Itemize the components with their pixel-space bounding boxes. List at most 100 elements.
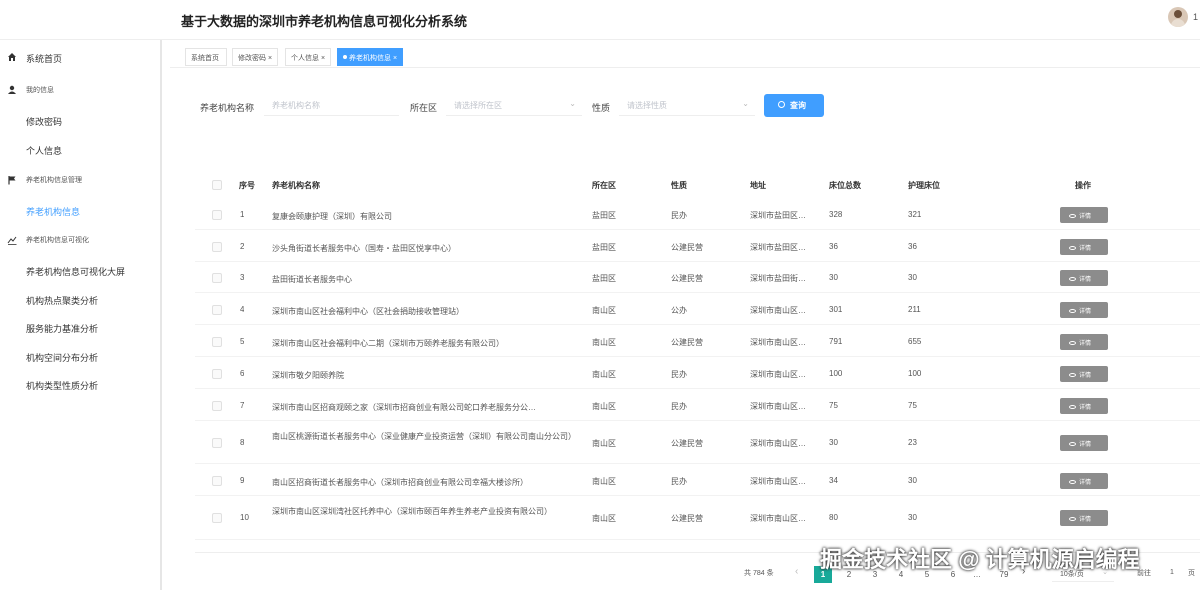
detail-button-label: 详情 [1079,480,1092,486]
sidebar-group-label: 我的信息 [26,87,54,94]
cell-care-beds: 211 [908,305,921,314]
goto-page-value: 1 [1170,569,1174,576]
cell-address: 深圳市南山区… [750,402,806,411]
eye-icon [1069,480,1076,484]
pagination-total: 共 784 条 [744,570,774,577]
tab-personal-info[interactable]: 个人信息 × [285,48,332,66]
sidebar-item-label: 服务能力基准分析 [26,324,99,334]
eye-icon [1069,442,1076,446]
cell-no: 1 [240,210,245,219]
prev-page-icon[interactable]: ‹ [795,566,798,577]
name-filter-label: 养老机构名称 [200,103,255,113]
nature-select[interactable]: 请选择性质 ⌄ [619,94,755,116]
avatar[interactable] [1168,7,1188,27]
cell-district: 南山区 [592,306,616,315]
watermark: 掘金技术社区 @ 计算机源启编程 [820,547,1140,572]
close-icon[interactable]: × [393,55,397,62]
cell-address: 深圳市南山区… [750,439,806,448]
cell-address: 深圳市盐田街… [750,274,806,283]
cell-care-beds: 655 [908,337,922,346]
row-checkbox[interactable] [212,369,222,379]
table-header: 序号 养老机构名称 所在区 性质 地址 床位总数 护理床位 操作 [195,172,1200,198]
cell-name: 南山区招商街道长者服务中心（深圳市招商创业有限公司幸福大楼诊所） [272,478,528,487]
detail-button[interactable]: 详情 [1060,435,1108,451]
column-header-total-beds: 床位总数 [829,181,861,190]
cell-nature: 公建民营 [671,243,703,252]
district-filter-label: 所在区 [410,103,438,113]
row-checkbox[interactable] [212,273,222,283]
select-all-checkbox[interactable] [212,180,222,190]
cell-total-beds: 36 [829,242,838,251]
sidebar-item-label: 养老机构信息可视化大屏 [26,267,126,277]
cell-address: 深圳市南山区… [750,338,806,347]
close-icon[interactable]: × [321,55,325,62]
cell-nature: 公建民营 [671,439,703,448]
cell-name: 深圳市南山区招商观颐之家（深圳市招商创业有限公司蛇口养老服务分公… [272,403,536,412]
cell-district: 南山区 [592,338,616,347]
sidebar-item-label: 养老机构信息 [26,207,81,217]
cell-address: 深圳市南山区… [750,370,806,379]
cell-nature: 公办 [671,306,687,315]
detail-button-label: 详情 [1079,246,1092,252]
cell-address: 深圳市南山区… [750,477,806,486]
name-filter-placeholder: 养老机构名称 [272,101,320,110]
sidebar-item-label: 机构类型性质分析 [26,381,99,391]
row-checkbox[interactable] [212,242,222,252]
row-checkbox[interactable] [212,337,222,347]
column-header-actions: 操作 [1075,181,1091,190]
row-checkbox[interactable] [212,305,222,315]
nature-select-placeholder: 请选择性质 [627,101,667,110]
nature-filter-label: 性质 [592,103,611,113]
detail-button[interactable]: 详情 [1060,270,1108,286]
cell-total-beds: 34 [829,476,838,485]
detail-button[interactable]: 详情 [1060,334,1108,350]
chevron-down-icon: ⌄ [569,99,576,108]
cell-care-beds: 30 [908,513,917,522]
cell-district: 南山区 [592,477,616,486]
sidebar-item-label: 机构空间分布分析 [26,353,99,363]
detail-button[interactable]: 详情 [1060,239,1108,255]
detail-button[interactable]: 详情 [1060,366,1108,382]
cell-care-beds: 75 [908,401,917,410]
row-checkbox[interactable] [212,210,222,220]
detail-button[interactable]: 详情 [1060,207,1108,223]
row-checkbox[interactable] [212,401,222,411]
table-row: 8 南山区桃源街道长者服务中心（深业健康产业投资运营（深圳）有限公司南山分公司） 南… [195,422,1200,464]
detail-button-label: 详情 [1079,442,1092,448]
eye-icon [1069,373,1076,377]
detail-button[interactable]: 详情 [1060,510,1108,526]
sidebar-group-label: 养老机构信息管理 [26,177,82,184]
row-checkbox[interactable] [212,513,222,523]
app-title: 基于大数据的深圳市养老机构信息可视化分析系统 [181,14,468,29]
row-checkbox[interactable] [212,476,222,486]
cell-no: 10 [240,513,249,522]
sidebar: 系统首页 我的信息 修改密码 个人信息 养老机构信息管理 养老机构信息 养老机构… [0,40,162,590]
goto-page-input[interactable]: 1 [1160,566,1184,582]
detail-button-label: 详情 [1079,309,1092,315]
column-header-address: 地址 [750,181,766,190]
detail-button[interactable]: 详情 [1060,398,1108,414]
cell-no: 3 [240,273,245,282]
table-row: 10 深圳市南山区深圳湾社区托养中心（深圳市颐百年养生养老产业投资有限公司） 南山区… [195,496,1200,540]
eye-icon [1069,309,1076,313]
close-icon[interactable]: × [268,55,272,62]
detail-button[interactable]: 详情 [1060,302,1108,318]
cell-name: 盐田街道长者服务中心 [272,275,352,284]
detail-button-label: 详情 [1079,277,1092,283]
sidebar-item-label: 机构热点聚类分析 [26,296,99,306]
search-button[interactable]: 查询 [764,94,824,117]
tab-change-password[interactable]: 修改密码 × [232,48,279,66]
home-icon [8,53,16,61]
cell-no: 2 [240,242,245,251]
detail-button[interactable]: 详情 [1060,473,1108,489]
name-filter-input[interactable]: 养老机构名称 [264,94,399,116]
row-checkbox[interactable] [212,438,222,448]
district-select[interactable]: 请选择所在区 ⌄ [446,94,582,116]
cell-total-beds: 30 [829,438,838,447]
tab-label: 个人信息 [291,55,319,62]
detail-button-label: 详情 [1079,517,1092,523]
tab-home[interactable]: 系统首页 [185,48,227,66]
cell-no: 6 [240,369,245,378]
tab-institution-info[interactable]: 养老机构信息 × [337,48,404,66]
cell-district: 盐田区 [592,274,616,283]
